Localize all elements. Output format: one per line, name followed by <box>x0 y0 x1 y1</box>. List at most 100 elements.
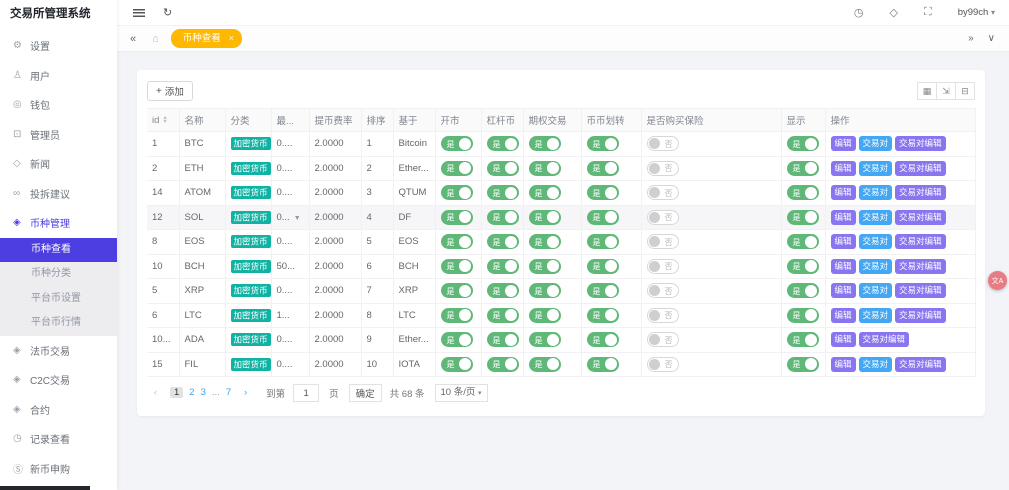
leverage-toggle[interactable]: 是 <box>486 356 519 372</box>
options-trading-toggle[interactable]: 是 <box>528 258 561 274</box>
insurance-toggle[interactable]: 否 <box>646 160 679 176</box>
pair-edit-button[interactable]: 交易对编辑 <box>895 136 946 152</box>
jump-confirm-button[interactable]: 确定 <box>348 384 382 402</box>
page-size-select[interactable]: 10 条/页 ▾ <box>434 384 488 402</box>
coin-transfer-toggle[interactable]: 是 <box>586 185 619 201</box>
insurance-toggle[interactable]: 否 <box>646 283 679 299</box>
export-icon[interactable]: ⇲ <box>936 82 956 100</box>
options-trading-toggle[interactable]: 是 <box>528 307 561 323</box>
open-market-toggle[interactable]: 是 <box>440 209 473 225</box>
page-button[interactable]: 1 <box>170 387 184 398</box>
display-toggle[interactable]: 是 <box>786 234 819 250</box>
display-toggle[interactable]: 是 <box>786 307 819 323</box>
edit-button[interactable]: 编辑 <box>830 234 856 250</box>
pair-edit-button[interactable]: 交易对编辑 <box>895 307 946 323</box>
pair-button[interactable]: 交易对 <box>858 185 893 201</box>
pair-button[interactable]: 交易对 <box>858 136 893 152</box>
sidebar-item-2[interactable]: ◎ 钱包 <box>0 90 117 120</box>
sidebar-item-8[interactable]: ◈ C2C交易 <box>0 365 117 395</box>
sidebar-item-7[interactable]: ◈ 法币交易 <box>0 336 117 366</box>
chevron-down-icon[interactable]: ▼ <box>294 215 301 222</box>
sidebar-item-1[interactable]: ♙ 用户 <box>0 61 117 91</box>
sidebar-item-5[interactable]: ∞ 投拆建议 <box>0 179 117 209</box>
display-toggle[interactable]: 是 <box>786 258 819 274</box>
coin-transfer-toggle[interactable]: 是 <box>586 307 619 323</box>
leverage-toggle[interactable]: 是 <box>486 160 519 176</box>
coin-transfer-toggle[interactable]: 是 <box>586 258 619 274</box>
sidebar-item-11[interactable]: Ⓢ 新币申购 <box>0 454 117 484</box>
pair-edit-button[interactable]: 交易对编辑 <box>895 185 946 201</box>
sidebar-item-9[interactable]: ◈ 合约 <box>0 395 117 425</box>
pair-button[interactable]: 交易对 <box>858 307 893 323</box>
page-button[interactable]: 3 <box>201 387 206 398</box>
open-market-toggle[interactable]: 是 <box>440 185 473 201</box>
display-toggle[interactable]: 是 <box>786 356 819 372</box>
coin-transfer-toggle[interactable]: 是 <box>586 332 619 348</box>
edit-button[interactable]: 编辑 <box>830 356 856 372</box>
fullscreen-icon[interactable]: ⛶ <box>924 6 932 19</box>
leverage-toggle[interactable]: 是 <box>486 307 519 323</box>
coin-transfer-toggle[interactable]: 是 <box>586 356 619 372</box>
pair-edit-button[interactable]: 交易对编辑 <box>895 160 946 176</box>
edit-button[interactable]: 编辑 <box>830 332 856 348</box>
open-market-toggle[interactable]: 是 <box>440 136 473 152</box>
options-trading-toggle[interactable]: 是 <box>528 356 561 372</box>
pair-button[interactable]: 交易对 <box>858 234 893 250</box>
pair-edit-button[interactable]: 交易对编辑 <box>895 234 946 250</box>
submenu-item-0[interactable]: 币种查看 <box>0 237 117 262</box>
edit-button[interactable]: 编辑 <box>830 307 856 323</box>
leverage-toggle[interactable]: 是 <box>486 136 519 152</box>
open-market-toggle[interactable]: 是 <box>440 258 473 274</box>
tabs-scroll-left-icon[interactable]: « <box>130 33 136 45</box>
insurance-toggle[interactable]: 否 <box>646 185 679 201</box>
leverage-toggle[interactable]: 是 <box>486 209 519 225</box>
page-button[interactable]: 2 <box>189 387 194 398</box>
sidebar-item-3[interactable]: ⊡ 管理员 <box>0 120 117 150</box>
sort-icon[interactable]: ▲ ▼ <box>162 115 167 125</box>
pair-button[interactable]: 交易对 <box>858 356 893 372</box>
options-trading-toggle[interactable]: 是 <box>528 283 561 299</box>
pair-button[interactable]: 交易对 <box>858 160 893 176</box>
coin-transfer-toggle[interactable]: 是 <box>586 160 619 176</box>
page-next-button[interactable]: › <box>237 384 254 402</box>
refresh-icon[interactable]: ↻ <box>163 6 172 19</box>
tabs-menu-icon[interactable]: ∨ <box>988 33 995 44</box>
pair-edit-button[interactable]: 交易对编辑 <box>858 332 910 348</box>
sidebar-item-6[interactable]: ◈ 币种管理 <box>0 208 117 238</box>
column-header[interactable]: id ▲ ▼ <box>147 108 180 132</box>
submenu-item-2[interactable]: 平台币设置 <box>0 287 117 312</box>
leverage-toggle[interactable]: 是 <box>486 234 519 250</box>
display-toggle[interactable]: 是 <box>786 283 819 299</box>
display-toggle[interactable]: 是 <box>786 136 819 152</box>
edit-button[interactable]: 编辑 <box>830 209 856 225</box>
options-trading-toggle[interactable]: 是 <box>528 185 561 201</box>
pair-edit-button[interactable]: 交易对编辑 <box>895 356 946 372</box>
open-market-toggle[interactable]: 是 <box>440 332 473 348</box>
leverage-toggle[interactable]: 是 <box>486 258 519 274</box>
display-toggle[interactable]: 是 <box>786 185 819 201</box>
submenu-item-3[interactable]: 平台币行情 <box>0 311 117 336</box>
display-toggle[interactable]: 是 <box>786 332 819 348</box>
leverage-toggle[interactable]: 是 <box>486 185 519 201</box>
insurance-toggle[interactable]: 否 <box>646 332 679 348</box>
add-button[interactable]: + 添加 <box>147 81 193 101</box>
sidebar-item-0[interactable]: ⚙ 设置 <box>0 31 117 61</box>
insurance-toggle[interactable]: 否 <box>646 356 679 372</box>
page-prev-button[interactable]: ‹ <box>147 384 164 402</box>
options-trading-toggle[interactable]: 是 <box>528 332 561 348</box>
open-market-toggle[interactable]: 是 <box>440 307 473 323</box>
translate-button[interactable]: 文A <box>988 271 1007 290</box>
pair-button[interactable]: 交易对 <box>858 209 893 225</box>
options-trading-toggle[interactable]: 是 <box>528 234 561 250</box>
sidebar-item-10[interactable]: ◷ 记录查看 <box>0 424 117 454</box>
open-market-toggle[interactable]: 是 <box>440 356 473 372</box>
options-trading-toggle[interactable]: 是 <box>528 209 561 225</box>
tag-icon[interactable]: ◇ <box>890 6 898 19</box>
pair-button[interactable]: 交易对 <box>858 258 893 274</box>
home-icon[interactable]: ⌂ <box>152 33 159 45</box>
menu-collapse-icon[interactable] <box>133 8 145 17</box>
print-icon[interactable]: ⊟ <box>955 82 975 100</box>
edit-button[interactable]: 编辑 <box>830 160 856 176</box>
coin-transfer-toggle[interactable]: 是 <box>586 136 619 152</box>
columns-filter-icon[interactable]: ▦ <box>917 82 937 100</box>
